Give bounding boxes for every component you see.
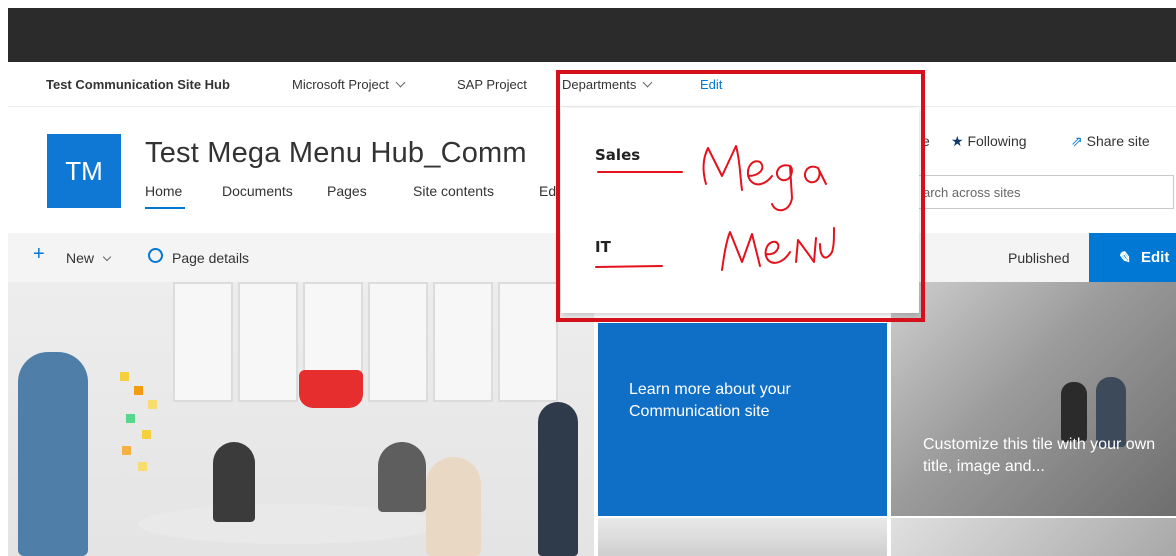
following-button[interactable]: ★ Following bbox=[951, 133, 1027, 150]
sticky-note bbox=[122, 446, 131, 455]
page-details-button[interactable]: Page details bbox=[172, 250, 249, 266]
pencil-icon: ✎ bbox=[1117, 250, 1131, 267]
window-pane bbox=[173, 282, 233, 402]
gear-icon bbox=[148, 248, 163, 263]
site-nav-site-contents[interactable]: Site contents bbox=[413, 183, 494, 199]
hub-nav-item-sap-project[interactable]: SAP Project bbox=[457, 77, 527, 92]
site-nav-edit[interactable]: Ed bbox=[539, 183, 556, 199]
window-pane bbox=[238, 282, 298, 402]
person-figure bbox=[378, 442, 426, 512]
tile-text: Learn more about your Communication site bbox=[629, 381, 791, 420]
following-label: Following bbox=[967, 133, 1027, 149]
hero-image-tile[interactable] bbox=[8, 282, 594, 556]
sticky-note bbox=[148, 400, 157, 409]
edit-button-label: Edit bbox=[1141, 249, 1170, 266]
share-site-button[interactable]: ⇗ Share site bbox=[1071, 133, 1150, 150]
hub-nav-item-label: SAP Project bbox=[457, 77, 527, 92]
person-figure bbox=[18, 352, 88, 556]
tile-text: Customize this tile with your own title,… bbox=[923, 436, 1156, 475]
sticky-note bbox=[138, 462, 147, 471]
active-tab-indicator bbox=[145, 207, 185, 209]
person-figure bbox=[426, 457, 481, 556]
site-title: Test Mega Menu Hub_Comm bbox=[145, 137, 527, 169]
edit-button[interactable]: ✎ Edit bbox=[1089, 233, 1176, 282]
sticky-note bbox=[120, 372, 129, 381]
site-nav-home[interactable]: Home bbox=[145, 183, 182, 199]
person-figure bbox=[1061, 382, 1087, 442]
red-lamp bbox=[299, 370, 363, 408]
communication-site-tile[interactable]: Learn more about your Communication site bbox=[598, 323, 887, 516]
star-icon: ★ bbox=[951, 133, 964, 149]
site-nav-documents[interactable]: Documents bbox=[222, 183, 293, 199]
status-label: Published bbox=[1008, 250, 1070, 266]
plus-icon: + bbox=[33, 243, 45, 265]
annotation-highlight-box bbox=[556, 70, 925, 322]
window-pane bbox=[368, 282, 428, 402]
window-pane bbox=[433, 282, 493, 402]
share-label: Share site bbox=[1086, 133, 1150, 149]
site-nav-pages[interactable]: Pages bbox=[327, 183, 367, 199]
chevron-down-icon bbox=[102, 252, 112, 262]
hub-nav-item-microsoft-project[interactable]: Microsoft Project bbox=[292, 77, 406, 92]
search-input[interactable]: arch across sites bbox=[910, 175, 1174, 209]
hub-title[interactable]: Test Communication Site Hub bbox=[46, 77, 230, 92]
site-logo[interactable]: TM bbox=[47, 134, 121, 208]
window-pane bbox=[498, 282, 558, 402]
person-figure bbox=[538, 402, 578, 556]
top-margin bbox=[0, 0, 1176, 8]
share-icon: ⇗ bbox=[1071, 133, 1083, 149]
hub-nav-item-label: Microsoft Project bbox=[292, 77, 389, 92]
sticky-note bbox=[134, 386, 143, 395]
sticky-note bbox=[126, 414, 135, 423]
image-tile-bottom[interactable] bbox=[598, 518, 887, 556]
chevron-down-icon bbox=[395, 77, 406, 88]
person-figure bbox=[213, 442, 255, 522]
suite-bar bbox=[8, 8, 1176, 62]
sticky-note bbox=[142, 430, 151, 439]
customize-tile[interactable]: Customize this tile with your own title,… bbox=[891, 282, 1176, 516]
new-button[interactable]: New bbox=[66, 250, 112, 266]
new-label: New bbox=[66, 250, 95, 266]
image-tile-bottom[interactable] bbox=[891, 518, 1176, 556]
